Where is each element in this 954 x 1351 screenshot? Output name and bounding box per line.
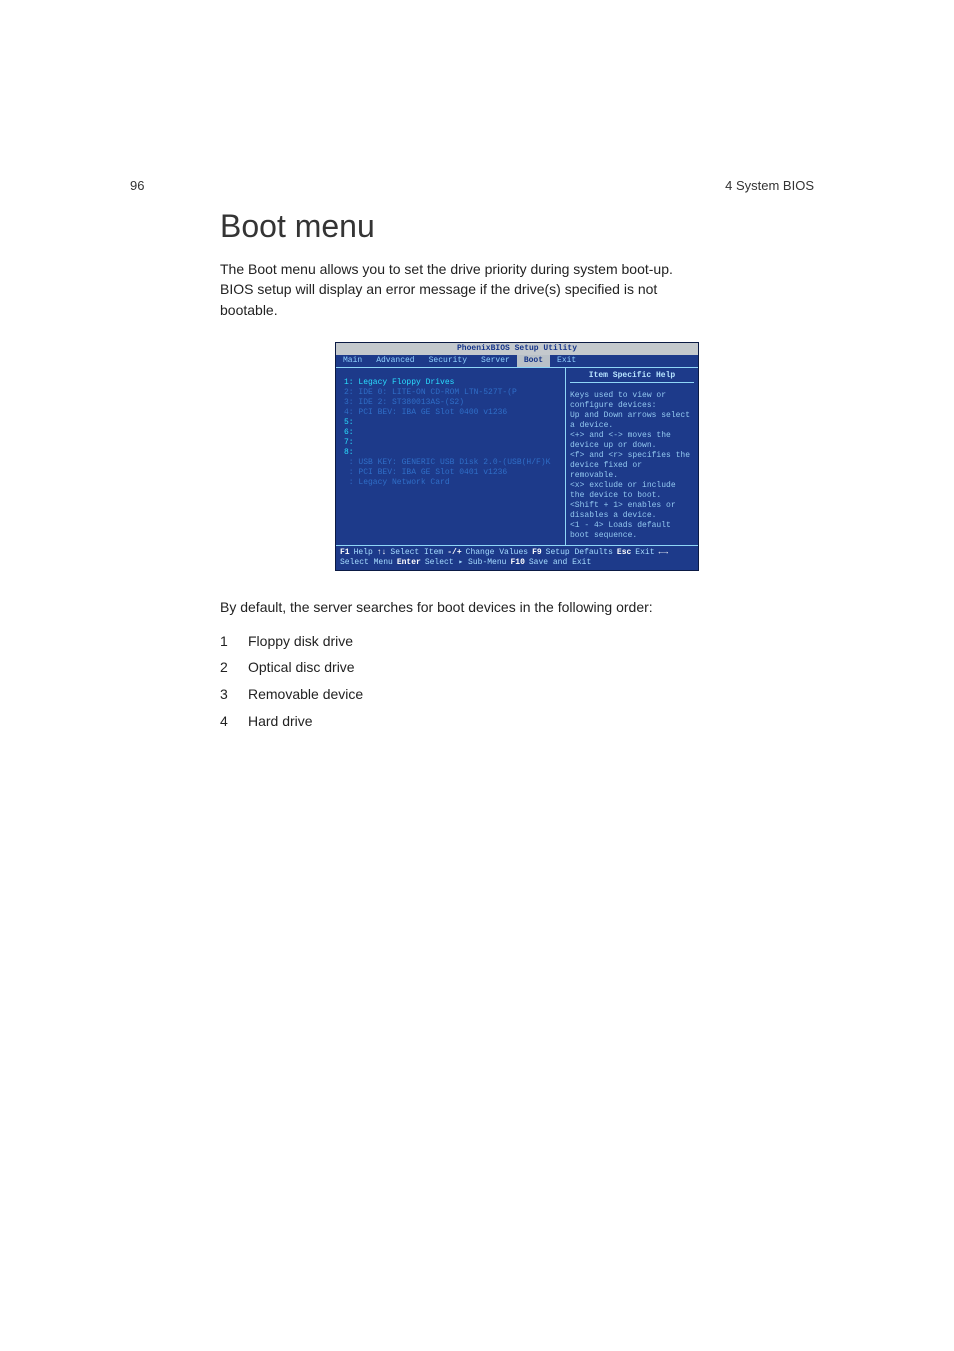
- bios-key-leftright: ←→: [659, 548, 669, 558]
- bios-footer: F1 Help ↑↓ Select Item -/+ Change Values…: [336, 545, 698, 570]
- bios-body: 1: Legacy Floppy Drives2: IDE 0: LITE-ON…: [336, 368, 698, 545]
- bios-key-esc: Esc: [617, 548, 631, 558]
- bios-label-save-exit: Save and Exit: [529, 558, 591, 568]
- bios-tab-boot[interactable]: Boot: [517, 355, 550, 367]
- list-item: Hard drive: [220, 708, 814, 735]
- bios-label-exit: Exit: [635, 548, 654, 558]
- bios-label-change-values: Change Values: [466, 548, 528, 558]
- bios-label-select-menu: Select Menu: [340, 558, 393, 568]
- bios-tab-server[interactable]: Server: [474, 355, 517, 367]
- bios-label-select-submenu: Select ▸ Sub-Menu: [425, 558, 507, 568]
- bios-boot-entry[interactable]: : Legacy Network Card: [344, 478, 561, 488]
- bios-tab-security[interactable]: Security: [422, 355, 474, 367]
- page-title: Boot menu: [220, 208, 814, 245]
- document-page: 96 4 System BIOS Boot menu The Boot menu…: [0, 0, 954, 1351]
- list-item: Removable device: [220, 681, 814, 708]
- page-header: 96 4 System BIOS: [130, 178, 814, 193]
- bios-help-body: Keys used to view or configure devices: …: [570, 391, 694, 541]
- boot-order-list: Floppy disk drive Optical disc drive Rem…: [220, 628, 814, 734]
- list-item: Floppy disk drive: [220, 628, 814, 655]
- bios-boot-entry[interactable]: 3: IDE 2: ST380013AS-(S2): [344, 398, 561, 408]
- bios-key-f1: F1: [340, 548, 350, 558]
- bios-boot-entry[interactable]: 4: PCI BEV: IBA GE Slot 0400 v1236: [344, 408, 561, 418]
- bios-help-title: Item Specific Help: [570, 370, 694, 383]
- bios-key-updown: ↑↓: [377, 548, 387, 558]
- body-paragraph: By default, the server searches for boot…: [220, 597, 730, 618]
- bios-boot-entry[interactable]: 5:: [344, 418, 561, 428]
- bios-key-f10: F10: [510, 558, 524, 568]
- bios-app-title: PhoenixBIOS Setup Utility: [336, 343, 698, 355]
- bios-boot-entry[interactable]: 2: IDE 0: LITE-ON CD-ROM LTN-527T-(P: [344, 388, 561, 398]
- bios-boot-entry[interactable]: : PCI BEV: IBA GE Slot 0401 v1236: [344, 468, 561, 478]
- intro-paragraph: The Boot menu allows you to set the driv…: [220, 259, 690, 320]
- bios-boot-entry[interactable]: 7:: [344, 438, 561, 448]
- bios-boot-list: 1: Legacy Floppy Drives2: IDE 0: LITE-ON…: [336, 368, 565, 545]
- bios-key-plusminus: -/+: [447, 548, 461, 558]
- bios-boot-entry[interactable]: 1: Legacy Floppy Drives: [344, 378, 561, 388]
- bios-boot-entry[interactable]: 6:: [344, 428, 561, 438]
- section-label: 4 System BIOS: [725, 178, 814, 193]
- list-item: Optical disc drive: [220, 654, 814, 681]
- bios-label-setup-defaults: Setup Defaults: [546, 548, 613, 558]
- bios-label-help: Help: [354, 548, 373, 558]
- bios-window: PhoenixBIOS Setup Utility Main Advanced …: [335, 342, 699, 571]
- bios-tab-exit[interactable]: Exit: [550, 355, 583, 367]
- bios-label-select-item: Select Item: [390, 548, 443, 558]
- bios-help-panel: Item Specific Help Keys used to view or …: [565, 368, 698, 545]
- bios-key-f9: F9: [532, 548, 542, 558]
- bios-boot-entry[interactable]: : USB KEY: GENERIC USB Disk 2.0-(USB(H/F…: [344, 458, 561, 468]
- bios-tab-bar: Main Advanced Security Server Boot Exit: [336, 355, 698, 368]
- bios-screenshot: PhoenixBIOS Setup Utility Main Advanced …: [220, 342, 814, 571]
- bios-boot-entry[interactable]: 8:: [344, 448, 561, 458]
- bios-key-enter: Enter: [397, 558, 421, 568]
- bios-tab-advanced[interactable]: Advanced: [369, 355, 421, 367]
- bios-tab-main[interactable]: Main: [336, 355, 369, 367]
- page-number: 96: [130, 178, 144, 193]
